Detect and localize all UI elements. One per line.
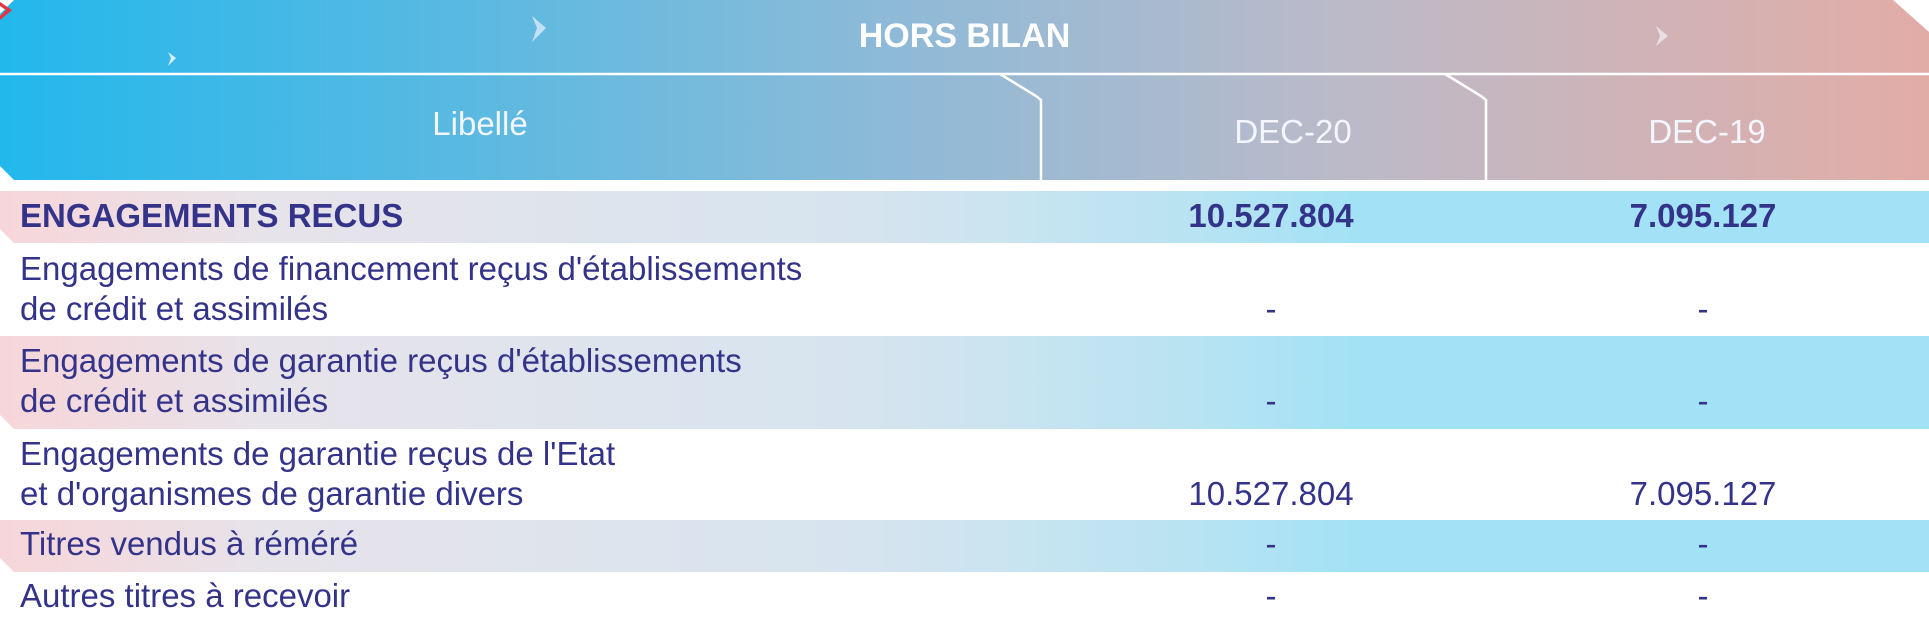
hors-bilan-table: HORS BILAN Libellé DEC-20 DEC-19 ENGAGEM… (0, 0, 1929, 628)
column-header-dec-20: DEC-20 (1234, 113, 1352, 150)
table-row: Autres titres à recevoir - - (0, 572, 1929, 628)
value-dec-19: 7.095.127 (1629, 197, 1777, 234)
row-label-continued: de crédit et assimilés (20, 290, 329, 327)
table-row: Engagements de financement reçus d'établ… (0, 243, 1929, 336)
value-dec-20: - (1265, 382, 1277, 419)
value-dec-20: 10.527.804 (1188, 475, 1354, 512)
row-label: Engagements de garantie reçus de l'Etat (20, 435, 616, 472)
row-label: Engagements de financement reçus d'établ… (20, 250, 803, 287)
row-label: Engagements de garantie reçus d'établiss… (20, 342, 742, 379)
table-row: Engagements de garantie reçus d'établiss… (0, 336, 1929, 429)
row-label: ENGAGEMENTS RECUS (20, 197, 404, 234)
column-header-dec-19: DEC-19 (1648, 113, 1766, 150)
value-dec-19: 7.095.127 (1629, 475, 1777, 512)
row-label-continued: et d'organismes de garantie divers (20, 475, 524, 512)
table-row: Engagements de garantie reçus de l'Etat … (0, 429, 1929, 520)
value-dec-19: - (1697, 290, 1709, 327)
table-row: Titres vendus à réméré - - (0, 520, 1929, 572)
value-dec-19: - (1697, 382, 1709, 419)
column-header-libelle: Libellé (432, 105, 528, 142)
table-title: HORS BILAN (858, 17, 1071, 55)
value-dec-19: - (1697, 577, 1709, 614)
row-label-continued: de crédit et assimilés (20, 382, 329, 419)
row-label: Autres titres à recevoir (20, 577, 351, 614)
value-dec-20: 10.527.804 (1188, 197, 1354, 234)
value-dec-20: - (1265, 577, 1277, 614)
value-dec-19: - (1697, 525, 1709, 562)
table-row: ENGAGEMENTS RECUS 10.527.804 7.095.127 (0, 191, 1929, 243)
value-dec-20: - (1265, 525, 1277, 562)
value-dec-20: - (1265, 290, 1277, 327)
row-label: Titres vendus à réméré (20, 525, 359, 562)
